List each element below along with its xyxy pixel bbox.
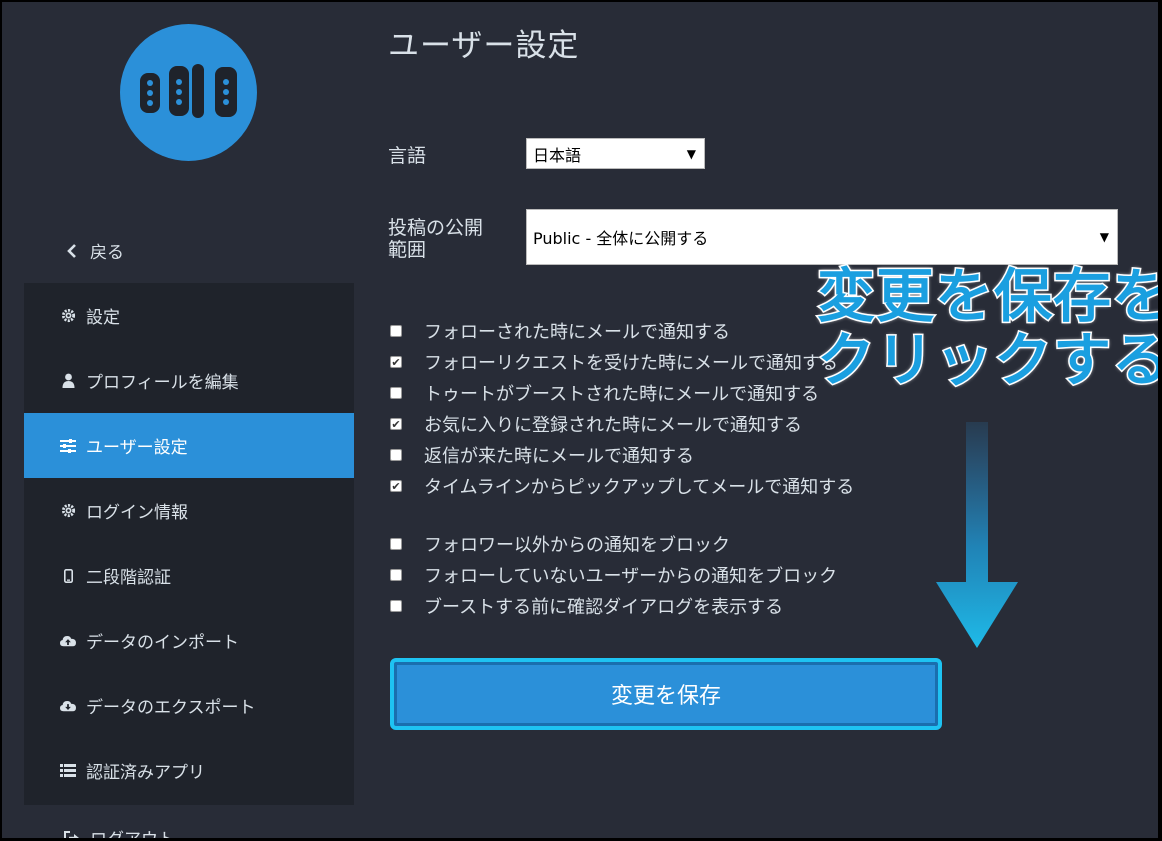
checkbox-row[interactable]: ブーストする前に確認ダイアログを表示する bbox=[390, 593, 783, 619]
sidebar-item-back[interactable]: 戻る bbox=[2, 218, 354, 283]
sidebar-item-edit-profile[interactable]: プロフィールを編集 bbox=[24, 348, 354, 413]
checkbox-row[interactable]: フォローしていないユーザーからの通知をブロック bbox=[390, 562, 837, 588]
language-label: 言語 bbox=[388, 145, 427, 167]
annotation-line: 変更を保存を bbox=[815, 262, 1158, 330]
checkbox-label: トゥートがブーストされた時にメールで通知する bbox=[424, 384, 820, 405]
checkbox-row[interactable]: フォロワー以外からの通知をブロック bbox=[390, 531, 730, 557]
sidebar-item-label: プロフィールを編集 bbox=[86, 373, 239, 393]
checkbox[interactable]: ✔ bbox=[390, 418, 402, 431]
list-icon bbox=[60, 763, 76, 779]
sidebar-item-label: ログイン情報 bbox=[86, 503, 188, 523]
checkbox[interactable] bbox=[390, 449, 402, 461]
sidebar-item-label: 戻る bbox=[90, 243, 124, 263]
checkbox-label: 返信が来た時にメールで通知する bbox=[424, 446, 694, 467]
sidebar-item-settings[interactable]: 設定 bbox=[24, 283, 354, 348]
sidebar-item-data-export[interactable]: データのエクスポート bbox=[24, 673, 354, 738]
chevron-left-icon bbox=[64, 243, 80, 259]
gear-icon bbox=[60, 503, 76, 519]
checkbox-label: フォローされた時にメールで通知する bbox=[424, 322, 730, 343]
sidebar-item-authorized-apps[interactable]: 認証済みアプリ bbox=[24, 738, 354, 803]
sidebar-item-user-preferences[interactable]: ユーザー設定 bbox=[24, 413, 354, 478]
save-button[interactable]: 変更を保存 bbox=[390, 658, 942, 730]
checkbox[interactable] bbox=[390, 569, 402, 581]
main-content: ユーザー設定 言語 日本語 ▼ 投稿の公開範囲 Public - 全体に公開する… bbox=[354, 2, 1158, 838]
sidebar-item-label: 設定 bbox=[86, 308, 120, 328]
privacy-select[interactable]: Public - 全体に公開する ▼ bbox=[526, 209, 1118, 265]
privacy-label: 投稿の公開範囲 bbox=[388, 217, 484, 261]
checkbox-row[interactable]: ✔ お気に入りに登録された時にメールで通知する bbox=[390, 411, 802, 437]
sidebar-item-data-import[interactable]: データのインポート bbox=[24, 608, 354, 673]
sign-out-icon bbox=[64, 830, 80, 838]
annotation-line: クリックする bbox=[815, 326, 1158, 394]
checkbox-row[interactable]: トゥートがブーストされた時にメールで通知する bbox=[390, 380, 819, 406]
checkbox[interactable] bbox=[390, 538, 402, 550]
sidebar-menu: 設定 プロフィールを編集 ユーザー設定 ログイン情報 二段階認証 データのインポ… bbox=[24, 283, 354, 805]
app-window: 戻る 設定 プロフィールを編集 ユーザー設定 ログイン情報 二段階認証 データの… bbox=[2, 2, 1158, 838]
checkbox-row[interactable]: 返信が来た時にメールで通知する bbox=[390, 442, 694, 468]
checkbox-row[interactable]: ✔ タイムラインからピックアップしてメールで通知する bbox=[390, 473, 854, 499]
gear-icon bbox=[60, 308, 76, 324]
annotation-callout: 変更を保存を クリックする bbox=[774, 262, 1158, 394]
sidebar-item-label: 認証済みアプリ bbox=[86, 763, 205, 783]
dropdown-arrow-icon: ▼ bbox=[1099, 230, 1109, 244]
mastodon-logo-icon[interactable] bbox=[120, 24, 257, 161]
checkbox[interactable]: ✔ bbox=[390, 480, 402, 493]
sidebar-item-login-info[interactable]: ログイン情報 bbox=[24, 478, 354, 543]
checkbox[interactable] bbox=[390, 600, 402, 612]
language-select[interactable]: 日本語 ▼ bbox=[526, 138, 705, 169]
sidebar-item-label: データのインポート bbox=[86, 633, 239, 653]
sidebar-item-label: 二段階認証 bbox=[86, 568, 171, 588]
privacy-select-value: Public - 全体に公開する bbox=[533, 229, 709, 248]
checkbox-label: フォローしていないユーザーからの通知をブロック bbox=[424, 566, 838, 587]
dropdown-arrow-icon: ▼ bbox=[686, 146, 696, 161]
checkbox[interactable]: ✔ bbox=[390, 356, 402, 369]
sidebar-item-label: データのエクスポート bbox=[86, 698, 256, 718]
sidebar-item-logout[interactable]: ログアウト bbox=[2, 805, 354, 838]
sliders-icon bbox=[60, 438, 76, 454]
checkbox-label: お気に入りに登録された時にメールで通知する bbox=[424, 415, 802, 436]
sidebar-item-two-factor[interactable]: 二段階認証 bbox=[24, 543, 354, 608]
sidebar: 戻る 設定 プロフィールを編集 ユーザー設定 ログイン情報 二段階認証 データの… bbox=[2, 2, 354, 838]
checkbox-row[interactable]: ✔ フォローリクエストを受けた時にメールで通知する bbox=[390, 349, 838, 375]
page-title: ユーザー設定 bbox=[388, 28, 580, 64]
checkbox-row[interactable]: フォローされた時にメールで通知する bbox=[390, 318, 730, 344]
user-icon bbox=[60, 373, 76, 389]
cloud-upload-icon bbox=[60, 633, 76, 649]
checkbox-label: フォロワー以外からの通知をブロック bbox=[424, 535, 730, 556]
cloud-download-icon bbox=[60, 698, 76, 714]
checkbox-label: ブーストする前に確認ダイアログを表示する bbox=[424, 597, 784, 618]
arrow-down-icon bbox=[936, 422, 1018, 648]
sidebar-item-label: ログアウト bbox=[90, 825, 175, 838]
mobile-icon bbox=[60, 568, 76, 584]
checkbox[interactable] bbox=[390, 387, 402, 399]
language-select-value: 日本語 bbox=[533, 145, 582, 165]
sidebar-item-label: ユーザー設定 bbox=[86, 438, 188, 458]
checkbox[interactable] bbox=[390, 325, 402, 337]
checkbox-label: タイムラインからピックアップしてメールで通知する bbox=[424, 477, 855, 498]
